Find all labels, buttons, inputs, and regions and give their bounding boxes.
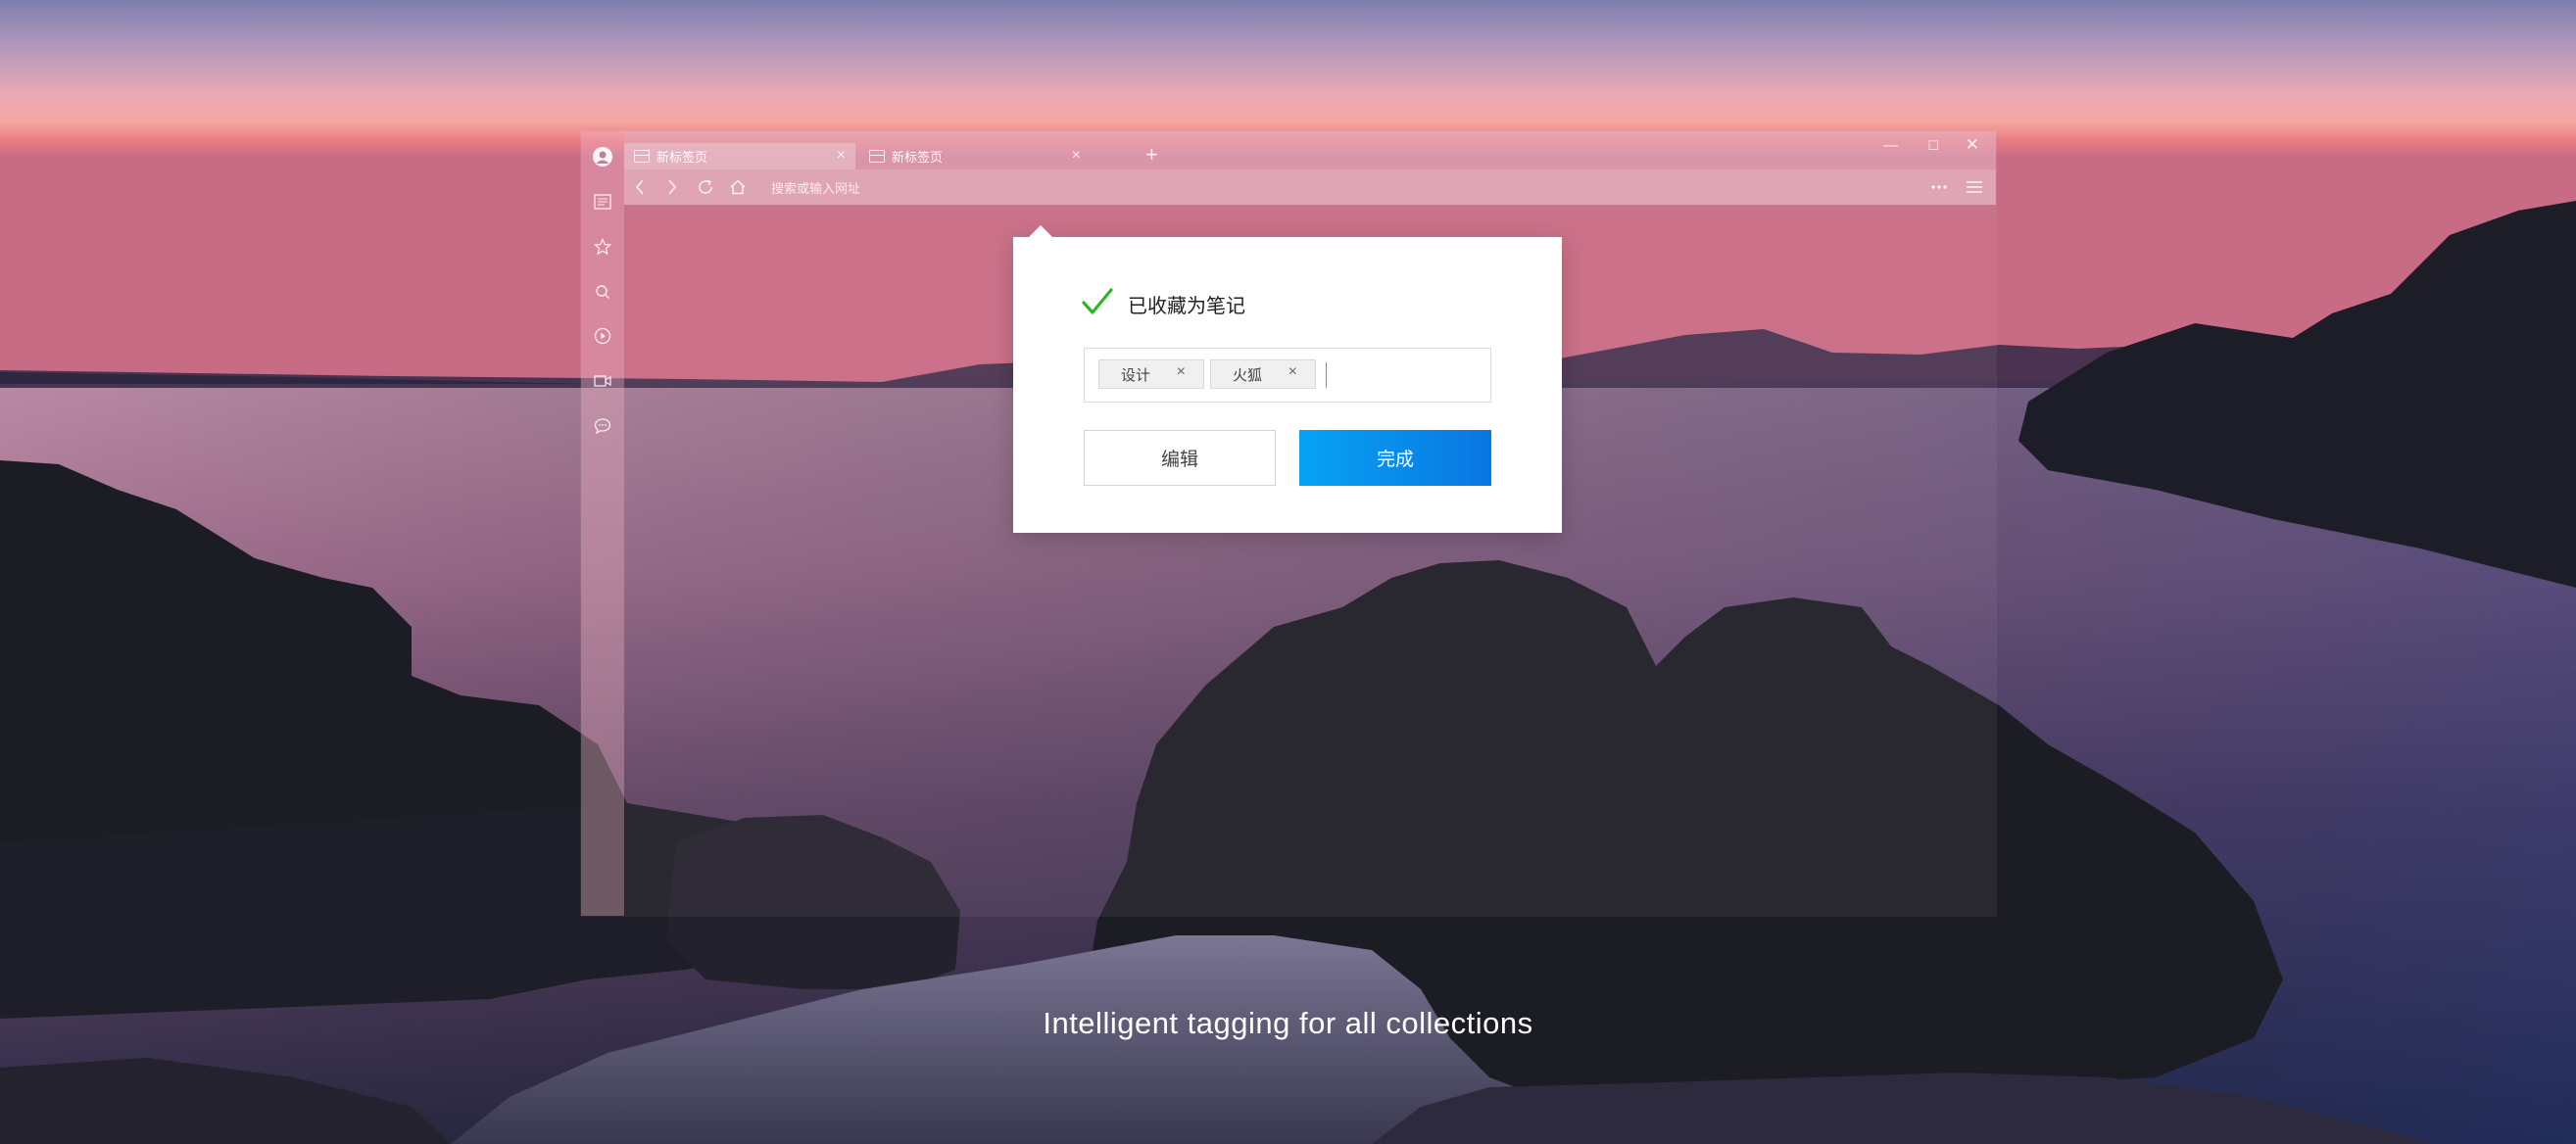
navigation-bar: 搜索或输入网址 [624,169,1996,205]
popover-title: 已收藏为笔记 [1128,296,1245,317]
text-cursor [1326,362,1327,388]
close-window-icon[interactable]: ✕ [1966,135,1979,155]
notes-icon[interactable] [593,192,612,212]
reload-icon[interactable] [694,175,717,199]
forward-icon[interactable] [660,175,684,199]
close-tab-icon[interactable]: × [837,147,846,165]
minimize-icon[interactable]: — [1883,137,1898,154]
tag-input[interactable]: 设计 × 火狐 × [1084,348,1491,403]
checkmark-icon [1082,288,1113,314]
chat-icon[interactable] [593,416,612,436]
video-icon[interactable] [593,371,612,391]
tab-label: 新标签页 [892,150,944,165]
newtab-icon [634,150,650,163]
menu-icon[interactable] [1963,175,1986,199]
search-icon[interactable] [593,282,612,302]
popover-caret [1029,225,1052,237]
new-tab-button[interactable]: + [1145,142,1158,167]
remove-tag-icon[interactable]: × [1288,363,1297,381]
tab-2[interactable]: 新标签页 × [859,143,1091,169]
feature-caption: Intelligent tagging for all collections [1043,1006,1533,1040]
more-icon[interactable] [1927,175,1951,199]
tag-chip[interactable]: 火狐 × [1210,359,1316,389]
browser-sidebar [581,131,624,916]
play-icon[interactable] [593,326,612,346]
edit-button[interactable]: 编辑 [1084,430,1276,486]
tab-label: 新标签页 [656,150,708,165]
tag-label: 火狐 [1233,366,1263,384]
back-icon[interactable] [628,175,652,199]
close-tab-icon[interactable]: × [1072,147,1081,165]
tab-bar: 新标签页 × 新标签页 × + — ☐ ✕ [624,131,1996,169]
newtab-icon [869,150,885,163]
maximize-icon[interactable]: ☐ [1927,138,1939,154]
tag-label: 设计 [1121,366,1151,384]
address-bar[interactable]: 搜索或输入网址 [771,178,860,197]
done-button[interactable]: 完成 [1299,430,1491,486]
tag-chip[interactable]: 设计 × [1098,359,1204,389]
avatar-icon[interactable] [593,147,612,167]
tab-1[interactable]: 新标签页 × [624,143,855,169]
save-note-popover: 已收藏为笔记 设计 × 火狐 × 编辑 完成 [1013,225,1562,533]
remove-tag-icon[interactable]: × [1177,363,1186,381]
home-icon[interactable] [726,175,750,199]
star-icon[interactable] [593,237,612,257]
